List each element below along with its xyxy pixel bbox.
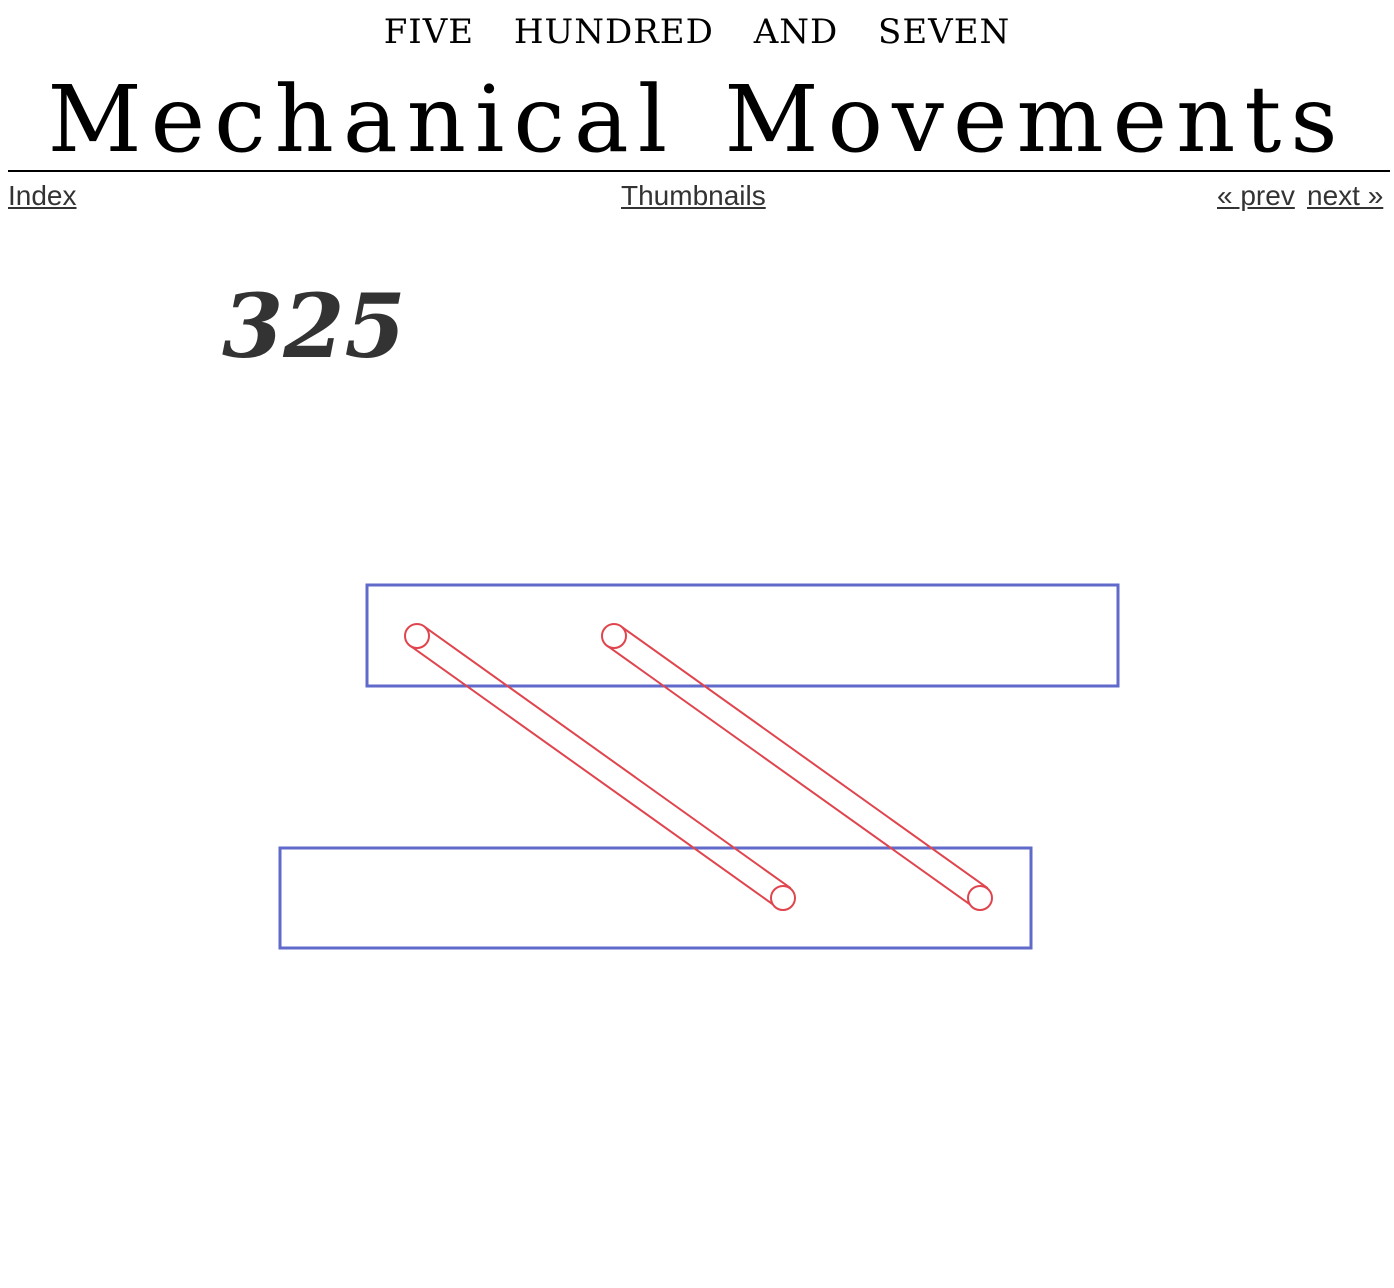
left-link xyxy=(404,623,796,911)
left-link-lower-pivot xyxy=(770,885,796,911)
right-link-lower-pivot xyxy=(967,885,993,911)
mechanism-figure: 325 xyxy=(222,274,1120,950)
lower-bar xyxy=(278,846,1033,950)
left-link-upper-pivot xyxy=(404,623,430,649)
upper-bar xyxy=(365,583,1120,688)
right-link xyxy=(601,623,993,911)
figure-number: 325 xyxy=(222,274,406,378)
right-link-upper-pivot xyxy=(601,623,627,649)
